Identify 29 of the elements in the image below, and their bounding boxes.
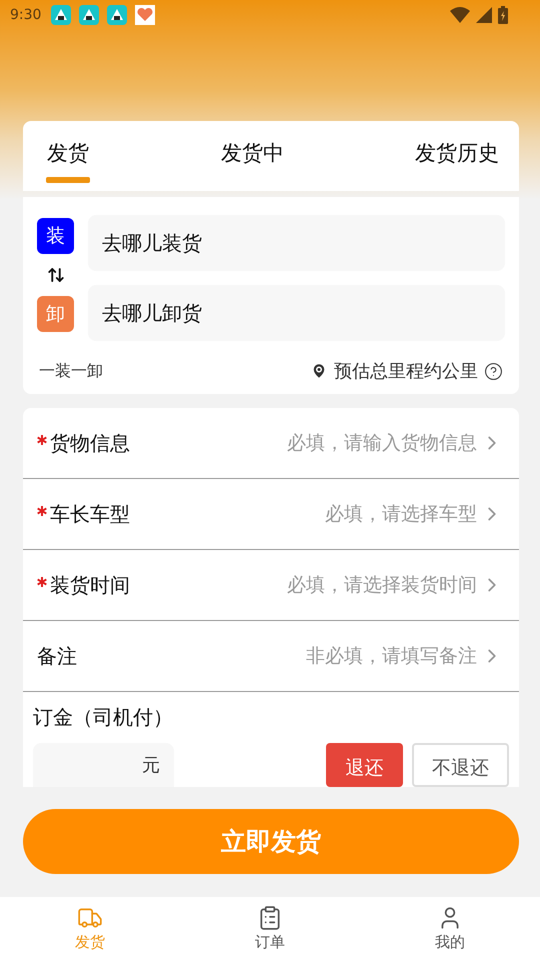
unit-label: 元 bbox=[142, 754, 160, 777]
app-notification-icon bbox=[51, 5, 72, 25]
tab[interactable]: 发货中 bbox=[221, 121, 284, 191]
nav-tab[interactable]: 订单 bbox=[180, 897, 360, 960]
form-label: 货物信息 bbox=[50, 430, 130, 456]
stop-badge: 装 bbox=[37, 218, 74, 254]
status-time: 9:30 bbox=[10, 7, 42, 23]
wifi-icon bbox=[450, 7, 470, 23]
stop-badge: 卸 bbox=[37, 296, 74, 332]
address-field[interactable]: 去哪儿装货 bbox=[88, 215, 505, 271]
help-icon[interactable] bbox=[484, 362, 503, 380]
distance-estimate: 预估总里程约公里 bbox=[334, 360, 478, 383]
form-label: 装货时间 bbox=[50, 572, 130, 598]
deposit-option[interactable]: 退还 bbox=[326, 743, 403, 787]
tab[interactable]: 发货 bbox=[46, 121, 90, 191]
address-field[interactable]: 去哪儿卸货 bbox=[88, 285, 505, 341]
swap-icon[interactable] bbox=[46, 266, 64, 284]
signal-icon bbox=[476, 7, 492, 23]
amount-field[interactable]: 元 bbox=[33, 743, 174, 787]
deposit-label: 订金（司机付） bbox=[33, 705, 173, 729]
form-label: 车长车型 bbox=[50, 500, 130, 528]
form-label: 备注 bbox=[37, 642, 77, 670]
tab[interactable]: 发货历史 bbox=[415, 121, 499, 191]
battery-icon bbox=[498, 6, 508, 24]
nav-tab[interactable]: 我的 bbox=[360, 897, 540, 960]
deposit-option[interactable]: 不退还 bbox=[412, 743, 509, 787]
app-notification-icon bbox=[107, 5, 128, 25]
app-notification-icon bbox=[79, 5, 100, 25]
route-mode: 一装一卸 bbox=[39, 360, 103, 382]
